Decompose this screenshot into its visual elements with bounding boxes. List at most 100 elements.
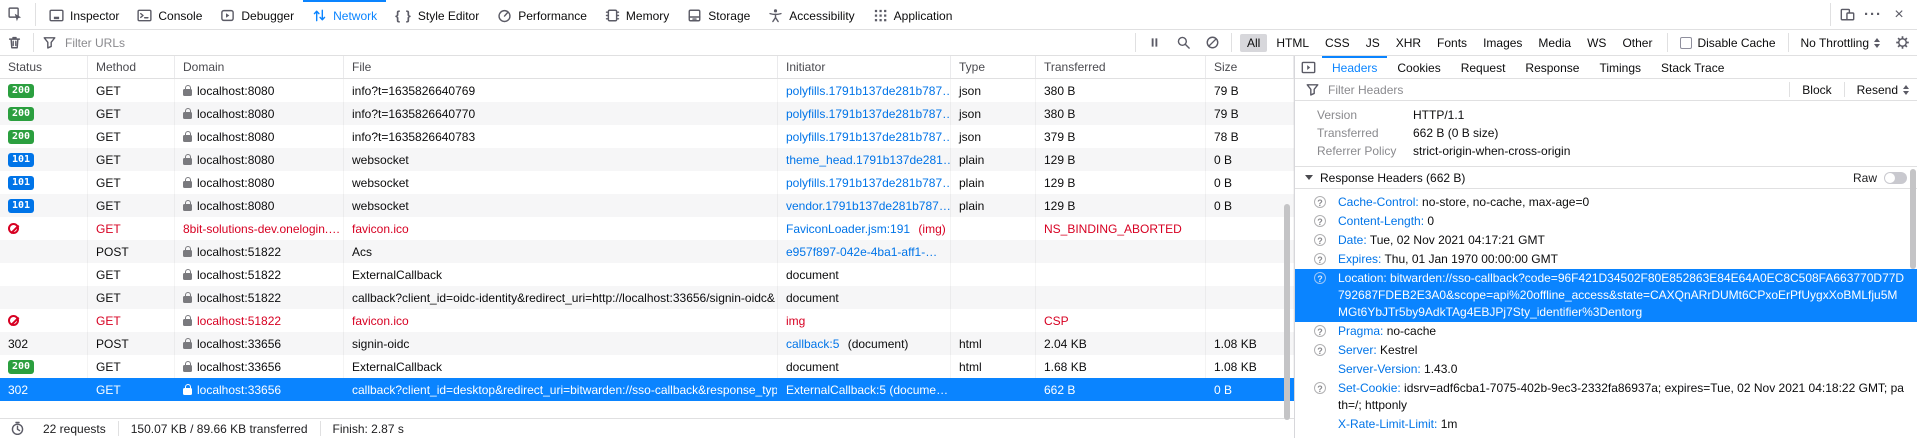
filter-urls-input[interactable] (63, 35, 1131, 51)
disable-cache-control[interactable]: Disable Cache (1672, 36, 1783, 50)
response-header-row[interactable]: ?Pragma no-cache (1295, 322, 1917, 341)
help-icon[interactable]: ? (1314, 234, 1326, 246)
detail-scrollbar-thumb[interactable] (1910, 169, 1916, 269)
tab-accessibility[interactable]: Accessibility (759, 0, 863, 29)
help-icon[interactable]: ? (1314, 215, 1326, 227)
raw-toggle-switch[interactable] (1884, 172, 1907, 184)
initiator-part[interactable]: vendor.1791b137de281b787… (786, 199, 951, 213)
response-header-row[interactable]: ?Cache-Control no-store, no-cache, max-a… (1295, 193, 1917, 212)
initiator-part[interactable]: polyfills.1791b137de281b787… (786, 84, 951, 98)
response-header-row[interactable]: ?Location bitwarden://sso-callback?code=… (1295, 269, 1917, 322)
response-header-row[interactable]: ?Expires Thu, 01 Jan 1970 00:00:00 GMT (1295, 250, 1917, 269)
table-row[interactable]: 101GETlocalhost:8080websocketvendor.1791… (0, 194, 1294, 217)
type-filter-media[interactable]: Media (1531, 34, 1578, 52)
response-header-row[interactable]: ?Server Kestrel (1295, 341, 1917, 360)
detail-tab-response[interactable]: Response (1515, 56, 1589, 78)
type-filter-fonts[interactable]: Fonts (1430, 34, 1474, 52)
table-row[interactable]: GET8bit-solutions-dev.onelogin.…favicon.… (0, 217, 1294, 240)
tab-inspector[interactable]: Inspector (40, 0, 128, 29)
response-header-row[interactable]: Server-Version 1.43.0 (1295, 360, 1917, 379)
table-row[interactable]: 200GETlocalhost:8080info?t=1635826640770… (0, 102, 1294, 125)
detail-tab-timings[interactable]: Timings (1589, 56, 1651, 78)
cell-status: 200 (0, 355, 88, 378)
table-row[interactable]: GETlocalhost:51822callback?client_id=oid… (0, 286, 1294, 309)
tab-network[interactable]: Network (303, 0, 386, 29)
type-filter-ws[interactable]: WS (1580, 34, 1613, 52)
type-filter-images[interactable]: Images (1476, 34, 1529, 52)
search-button[interactable] (1169, 30, 1198, 55)
help-icon[interactable]: ? (1314, 196, 1326, 208)
detail-tab-headers[interactable]: Headers (1322, 56, 1387, 78)
network-content: StatusMethodDomainFileInitiatorTypeTrans… (0, 56, 1917, 438)
table-row[interactable]: 101GETlocalhost:8080websocketpolyfills.1… (0, 171, 1294, 194)
response-header-row[interactable]: ?Set-Cookie idsrv=adf6cba1-7075-402b-9ec… (1295, 379, 1917, 415)
response-headers-section-header[interactable]: Response Headers (662 B) Raw (1295, 166, 1917, 189)
initiator-part[interactable]: callback:5 (786, 337, 839, 351)
type-filter-css[interactable]: CSS (1318, 34, 1357, 52)
split-console-toggle-button[interactable] (1295, 56, 1322, 78)
network-settings-button[interactable] (1888, 30, 1917, 55)
detail-tab-request[interactable]: Request (1451, 56, 1516, 78)
request-list-scrollbar-thumb[interactable] (1284, 204, 1290, 420)
table-row[interactable]: 200GETlocalhost:33656ExternalCallbackdoc… (0, 355, 1294, 378)
column-header-method[interactable]: Method (88, 56, 175, 78)
column-header-domain[interactable]: Domain (175, 56, 344, 78)
table-row[interactable]: GETlocalhost:51822favicon.icoimgCSP (0, 309, 1294, 332)
response-header-row[interactable]: ?Date Tue, 02 Nov 2021 04:17:21 GMT (1295, 231, 1917, 250)
resend-button[interactable]: Resend (1849, 79, 1917, 100)
type-filter-js[interactable]: JS (1359, 34, 1387, 52)
help-icon[interactable]: ? (1314, 382, 1326, 394)
help-icon[interactable]: ? (1314, 272, 1326, 284)
tab-performance[interactable]: Performance (488, 0, 596, 29)
table-row[interactable]: 200GETlocalhost:8080info?t=1635826640783… (0, 125, 1294, 148)
help-icon[interactable]: ? (1314, 253, 1326, 265)
filter-headers-input[interactable] (1326, 82, 1785, 98)
table-row[interactable]: 302GETlocalhost:33656callback?client_id=… (0, 378, 1294, 401)
column-header-type[interactable]: Type (951, 56, 1036, 78)
initiator-part[interactable]: polyfills.1791b137de281b787… (786, 176, 951, 190)
column-header-initiator[interactable]: Initiator (778, 56, 951, 78)
response-header-row[interactable]: ?Content-Length 0 (1295, 212, 1917, 231)
block-requests-button[interactable] (1198, 30, 1227, 55)
tab-style-editor[interactable]: { }Style Editor (386, 0, 488, 29)
column-header-transferred[interactable]: Transferred (1036, 56, 1206, 78)
tab-storage[interactable]: Storage (678, 0, 759, 29)
close-button[interactable]: × (1887, 3, 1911, 27)
initiator-part[interactable]: theme_head.1791b137de281… (786, 153, 951, 167)
tab-console[interactable]: Console (128, 0, 211, 29)
disable-cache-checkbox[interactable] (1680, 37, 1692, 49)
initiator-part[interactable]: polyfills.1791b137de281b787… (786, 130, 951, 144)
responsive-button[interactable] (1835, 3, 1859, 27)
initiator-part[interactable]: polyfills.1791b137de281b787… (786, 107, 951, 121)
detail-tab-cookies[interactable]: Cookies (1387, 56, 1450, 78)
tab-debugger[interactable]: Debugger (211, 0, 303, 29)
block-url-button[interactable]: Block (1794, 79, 1839, 100)
help-icon[interactable]: ? (1314, 325, 1326, 337)
initiator-part[interactable]: FaviconLoader.jsm:191 (786, 222, 910, 236)
type-filter-other[interactable]: Other (1615, 34, 1659, 52)
table-row[interactable]: GETlocalhost:51822ExternalCallbackdocume… (0, 263, 1294, 286)
table-row[interactable]: 101GETlocalhost:8080websockettheme_head.… (0, 148, 1294, 171)
detail-tab-stack-trace[interactable]: Stack Trace (1651, 56, 1734, 78)
type-filter-all[interactable]: All (1240, 34, 1267, 52)
cell-domain: localhost:8080 (175, 102, 344, 125)
table-row[interactable]: 200GETlocalhost:8080info?t=1635826640769… (0, 79, 1294, 102)
response-header-row[interactable]: X-Rate-Limit-Limit 1m (1295, 415, 1917, 434)
help-icon[interactable]: ? (1314, 344, 1326, 356)
throttling-dropdown[interactable]: No Throttling (1793, 36, 1888, 50)
pause-traffic-button[interactable] (1140, 30, 1169, 55)
table-row[interactable]: POSTlocalhost:51822Acse957f897-042e-4ba1… (0, 240, 1294, 263)
column-header-file[interactable]: File (344, 56, 778, 78)
tab-application[interactable]: Application (864, 0, 962, 29)
header-value: Kestrel (1377, 343, 1418, 357)
column-header-status[interactable]: Status (0, 56, 88, 78)
more-button[interactable]: ··· (1861, 3, 1885, 27)
pick-element-button[interactable] (0, 0, 31, 29)
tab-memory[interactable]: Memory (596, 0, 678, 29)
column-header-size[interactable]: Size (1206, 56, 1294, 78)
table-row[interactable]: 302POSTlocalhost:33656signin-oidccallbac… (0, 332, 1294, 355)
type-filter-html[interactable]: HTML (1269, 34, 1316, 52)
initiator-part[interactable]: e957f897-042e-4ba1-aff1-… (786, 245, 937, 259)
type-filter-xhr[interactable]: XHR (1389, 34, 1428, 52)
clear-requests-button[interactable] (0, 30, 29, 55)
